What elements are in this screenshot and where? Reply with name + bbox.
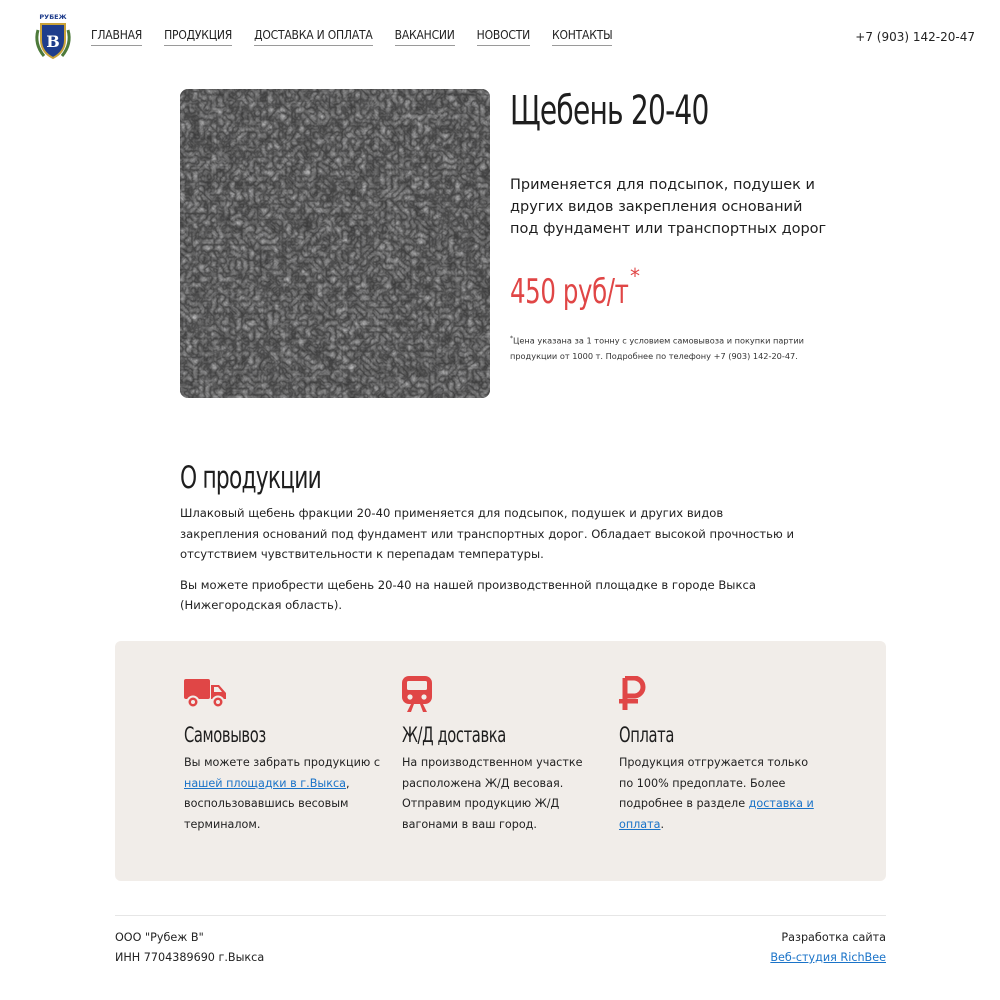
- main-nav: ГЛАВНАЯ ПРОДУКЦИЯ ДОСТАВКА И ОПЛАТА ВАКА…: [91, 28, 634, 46]
- logo-wordmark: РУБЕЖ: [39, 13, 66, 21]
- header-phone[interactable]: +7 (903) 142-20-47: [855, 30, 975, 44]
- ruble-icon: [619, 675, 647, 716]
- nav-products[interactable]: ПРОДУКЦИЯ: [164, 28, 232, 46]
- footer-divider: [115, 915, 886, 916]
- pickup-location-link[interactable]: нашей площадки в г.Выкса: [184, 777, 346, 790]
- nav-delivery-payment[interactable]: ДОСТАВКА И ОПЛАТА: [254, 28, 373, 46]
- features-panel: Самовывоз Вы можете забрать продукцию с …: [115, 641, 886, 881]
- feature-pickup-text: Вы можете забрать продукцию с нашей площ…: [184, 753, 384, 835]
- nav-vacancies[interactable]: ВАКАНСИИ: [394, 28, 455, 46]
- nav-contacts[interactable]: КОНТАКТЫ: [551, 28, 613, 46]
- about-title: О продукции: [180, 460, 322, 496]
- feature-rail-text: На производственном участке расположена …: [402, 756, 583, 831]
- company-name: ООО "Рубеж В": [115, 931, 204, 944]
- price-footnote: *Цена указана за 1 тонну с условием само…: [510, 331, 810, 364]
- price-asterisk: *: [630, 264, 640, 288]
- feature-pickup-title: Самовывоз: [184, 723, 266, 747]
- developer-label: Разработка сайта: [781, 931, 886, 944]
- nav-news[interactable]: НОВОСТИ: [476, 28, 530, 46]
- footnote-text: Цена указана за 1 тонну с условием самов…: [510, 335, 804, 361]
- product-title: Щебень 20-40: [510, 88, 709, 134]
- feature-payment-text: Продукция отгружается только по 100% пре…: [619, 753, 819, 835]
- feature-pickup-text-start: Вы можете забрать продукцию с: [184, 756, 380, 769]
- feature-payment-text-end: .: [660, 817, 665, 831]
- nav-home[interactable]: ГЛАВНАЯ: [91, 28, 142, 46]
- feature-payment-title: Оплата: [619, 723, 674, 747]
- logo-letter: В: [46, 32, 60, 51]
- footer-company: ООО "Рубеж В" ИНН 7704389690 г.Выкса: [115, 928, 264, 968]
- product-price: 450 руб/т: [510, 272, 629, 312]
- company-logo[interactable]: В РУБЕЖ: [32, 10, 74, 62]
- about-paragraph-1: Шлаковый щебень фракции 20-40 применяетс…: [180, 506, 794, 561]
- feature-rail-title: Ж/Д доставка: [402, 723, 506, 747]
- footer-developer: Разработка сайта Веб-студия RichBee: [770, 928, 886, 968]
- product-description: Применяется для подсыпок, подушек и друг…: [510, 177, 827, 237]
- about-paragraph-2: Вы можете приобрести щебень 20-40 на наш…: [180, 578, 756, 612]
- product-photo: [180, 89, 490, 398]
- developer-link[interactable]: Веб-студия RichBee: [770, 951, 886, 964]
- truck-icon: [184, 676, 228, 714]
- train-icon: [402, 676, 432, 716]
- company-inn: ИНН 7704389690 г.Выкса: [115, 951, 265, 964]
